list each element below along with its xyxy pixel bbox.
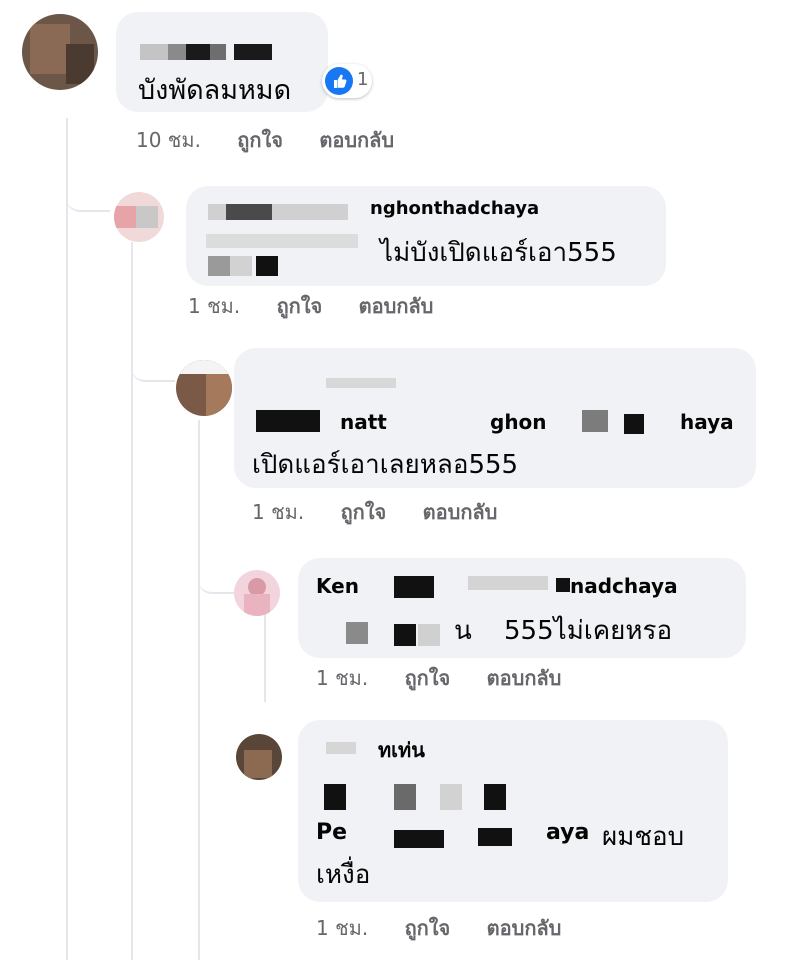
redacted-mention (394, 830, 444, 848)
commenter-name-fragment[interactable]: ghon (490, 410, 547, 434)
avatar[interactable] (176, 360, 232, 416)
commenter-name-fragment[interactable]: natt (340, 410, 387, 434)
redacted-text (346, 622, 368, 644)
avatar-photo (244, 750, 272, 778)
commenter-name[interactable]: nghonthadchaya (370, 198, 539, 219)
avatar-photo (206, 374, 232, 416)
avatar-photo (114, 206, 136, 228)
redacted-text (206, 234, 358, 248)
reply-button[interactable]: ตอบกลับ (487, 916, 562, 940)
thread-connector-3 (198, 540, 236, 594)
avatar[interactable] (234, 570, 280, 616)
thread-line-level-1 (66, 118, 68, 960)
redacted-text (324, 784, 346, 810)
redacted-name (556, 578, 570, 592)
redacted-name (226, 204, 272, 220)
comment-bubble: natt ghon haya เปิดแอร์เอาเลยหลอ555 (234, 348, 756, 488)
comment-meta: 1 ชม. ถูกใจ ตอบกลับ (316, 912, 561, 944)
comment-text: ผมชอบ (602, 822, 685, 852)
mention-start[interactable]: Pe (316, 820, 347, 845)
comment-time[interactable]: 1 ชม. (316, 666, 368, 690)
redacted-name (624, 414, 644, 434)
thread-connector-1 (66, 150, 110, 212)
avatar[interactable] (114, 192, 164, 242)
avatar-photo (66, 44, 94, 84)
reply-button[interactable]: ตอบกลับ (319, 128, 394, 152)
redacted-name (234, 44, 272, 60)
commenter-name[interactable]: ทเท่น (378, 734, 425, 766)
reply-button[interactable]: ตอบกลับ (423, 500, 498, 524)
comment-bubble: Ken nadchaya น 555ไม่เคยหรอ (298, 558, 746, 658)
redacted-text (394, 784, 416, 810)
comment-bubble: บังพัดลมหมด (116, 12, 328, 112)
redacted-name (140, 44, 168, 60)
avatar[interactable] (236, 734, 282, 780)
redacted-text (230, 256, 252, 276)
comment-text: เหงื่อ (316, 860, 371, 890)
thumbs-up-icon (325, 67, 353, 95)
like-button[interactable]: ถูกใจ (277, 294, 323, 318)
thread-line-level-4 (264, 612, 266, 702)
like-button[interactable]: ถูกใจ (341, 500, 387, 524)
avatar-photo (30, 24, 70, 74)
comment-text-fragment: น (454, 616, 472, 646)
thread-connector-2 (131, 330, 175, 382)
comment-text: ไม่บังเปิดแอร์เอา555 (380, 238, 617, 268)
reply-button[interactable]: ตอบกลับ (359, 294, 434, 318)
thread-line-level-3 (198, 420, 200, 960)
redacted-name (326, 378, 396, 388)
reaction-badge[interactable]: 1 (322, 64, 372, 98)
avatar-photo (244, 594, 270, 616)
like-button[interactable]: ถูกใจ (405, 916, 451, 940)
redacted-mention (478, 828, 512, 846)
redacted-name (168, 44, 186, 60)
redacted-text (256, 256, 278, 276)
redacted-name (394, 576, 434, 598)
comment-meta: 1 ชม. ถูกใจ ตอบกลับ (252, 496, 497, 528)
comment-bubble: nghonthadchaya ไม่บังเปิดแอร์เอา555 (186, 186, 666, 286)
comment-meta: 1 ชม. ถูกใจ ตอบกลับ (188, 290, 433, 322)
avatar-photo (176, 360, 232, 374)
comment-text: 555ไม่เคยหรอ (504, 616, 673, 646)
redacted-name (210, 44, 226, 60)
mention-end[interactable]: aya (546, 820, 589, 845)
reaction-count: 1 (357, 69, 369, 90)
comment-time[interactable]: 1 ชม. (316, 916, 368, 940)
comment-time[interactable]: 1 ชม. (252, 500, 304, 524)
redacted-name (582, 410, 608, 432)
comment-time[interactable]: 1 ชม. (188, 294, 240, 318)
avatar[interactable] (22, 14, 98, 90)
commenter-name-tail[interactable]: nadchaya (570, 574, 678, 598)
comment-time[interactable]: 10 ชม. (136, 128, 201, 152)
redacted-text (418, 624, 440, 646)
redacted-text (440, 784, 462, 810)
reply-button[interactable]: ตอบกลับ (487, 666, 562, 690)
redacted-text (484, 784, 506, 810)
redacted-name (326, 742, 356, 754)
redacted-name (186, 44, 210, 60)
redacted-text (394, 624, 416, 646)
like-button[interactable]: ถูกใจ (405, 666, 451, 690)
redacted-name (468, 576, 548, 590)
comment-text: บังพัดลมหมด (138, 75, 292, 106)
like-button[interactable]: ถูกใจ (237, 128, 283, 152)
commenter-name[interactable]: Ken (316, 574, 359, 598)
comment-meta: 10 ชม. ถูกใจ ตอบกลับ (136, 124, 394, 156)
redacted-text (208, 256, 230, 276)
avatar-photo (136, 206, 158, 228)
comment-text: เปิดแอร์เอาเลยหลอ555 (252, 450, 519, 480)
comment-meta: 1 ชม. ถูกใจ ตอบกลับ (316, 662, 561, 694)
comment-bubble: ทเท่น Pe aya ผมชอบ เหงื่อ (298, 720, 728, 902)
redacted-name (256, 410, 320, 432)
commenter-name-fragment[interactable]: haya (680, 410, 734, 434)
